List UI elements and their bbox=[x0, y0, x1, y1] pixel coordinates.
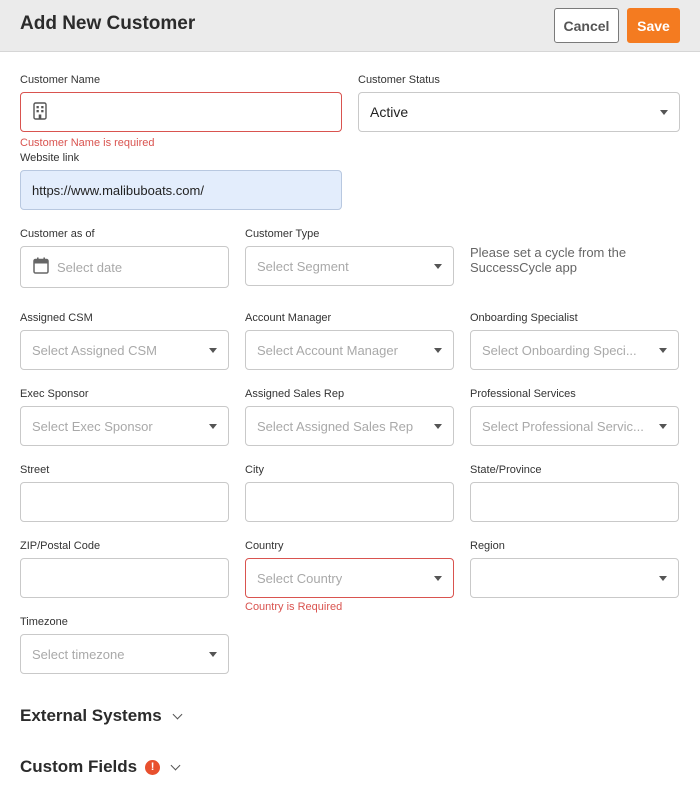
customer-status-label: Customer Status bbox=[358, 74, 440, 86]
region-label: Region bbox=[470, 540, 505, 552]
modal-header: Add New Customer Cancel Save bbox=[0, 0, 700, 52]
customer-status-select[interactable]: Active bbox=[358, 92, 680, 132]
state-label: State/Province bbox=[470, 464, 542, 476]
zip-input[interactable] bbox=[20, 558, 229, 598]
external-systems-title: External Systems bbox=[20, 706, 162, 725]
building-icon bbox=[33, 101, 47, 123]
website-link-field[interactable]: https://www.malibuboats.com/ bbox=[20, 170, 342, 210]
chevron-down-icon bbox=[434, 348, 442, 353]
assigned-csm-placeholder: Select Assigned CSM bbox=[32, 342, 158, 358]
exec-sponsor-placeholder: Select Exec Sponsor bbox=[32, 418, 153, 434]
website-link-value: https://www.malibuboats.com/ bbox=[32, 182, 204, 198]
country-select[interactable]: Select Country bbox=[245, 558, 454, 598]
zip-label: ZIP/Postal Code bbox=[20, 540, 101, 552]
chevron-down-icon bbox=[209, 652, 217, 657]
chevron-down-icon bbox=[209, 348, 217, 353]
city-label: City bbox=[245, 464, 264, 476]
alert-icon: ! bbox=[145, 759, 161, 775]
customer-name-label: Customer Name bbox=[20, 74, 101, 86]
customer-as-of-label: Customer as of bbox=[20, 228, 95, 240]
assigned-csm-label: Assigned CSM bbox=[20, 312, 93, 324]
cycle-note: Please set a cycle from the SuccessCycle… bbox=[470, 245, 627, 275]
professional-services-select[interactable]: Select Professional Servic... bbox=[470, 406, 679, 446]
external-systems-toggle[interactable]: External Systems bbox=[20, 706, 183, 726]
timezone-label: Timezone bbox=[20, 616, 68, 628]
region-select[interactable] bbox=[470, 558, 679, 598]
cancel-button[interactable]: Cancel bbox=[554, 8, 619, 43]
chevron-down-icon bbox=[660, 110, 668, 115]
country-placeholder: Select Country bbox=[257, 570, 343, 586]
assigned-sales-rep-placeholder: Select Assigned Sales Rep bbox=[257, 418, 414, 434]
customer-name-field[interactable] bbox=[20, 92, 342, 132]
timezone-placeholder: Select timezone bbox=[32, 646, 125, 662]
chevron-down-icon bbox=[659, 348, 667, 353]
calendar-icon bbox=[33, 257, 49, 277]
chevron-down-icon bbox=[659, 576, 667, 581]
custom-fields-title: Custom Fields bbox=[20, 757, 138, 776]
street-input[interactable] bbox=[20, 482, 229, 522]
timezone-select[interactable]: Select timezone bbox=[20, 634, 229, 674]
save-button[interactable]: Save bbox=[627, 8, 680, 43]
chevron-down-icon bbox=[209, 424, 217, 429]
account-manager-label: Account Manager bbox=[245, 312, 332, 324]
chevron-down-icon bbox=[172, 709, 183, 719]
city-input[interactable] bbox=[245, 482, 454, 522]
country-label: Country bbox=[245, 540, 284, 552]
chevron-down-icon bbox=[434, 264, 442, 269]
customer-as-of-placeholder: Select date bbox=[57, 259, 123, 275]
onboarding-specialist-select[interactable]: Select Onboarding Speci... bbox=[470, 330, 679, 370]
professional-services-placeholder: Select Professional Servic... bbox=[482, 418, 644, 434]
chevron-down-icon bbox=[659, 424, 667, 429]
chevron-down-icon bbox=[170, 760, 181, 770]
state-input[interactable] bbox=[470, 482, 679, 522]
exec-sponsor-label: Exec Sponsor bbox=[20, 388, 89, 400]
customer-as-of-date-field[interactable]: Select date bbox=[20, 246, 229, 288]
account-manager-select[interactable]: Select Account Manager bbox=[245, 330, 454, 370]
chevron-down-icon bbox=[434, 424, 442, 429]
customer-type-select[interactable]: Select Segment bbox=[245, 246, 454, 286]
exec-sponsor-select[interactable]: Select Exec Sponsor bbox=[20, 406, 229, 446]
street-label: Street bbox=[20, 464, 50, 476]
assigned-sales-rep-select[interactable]: Select Assigned Sales Rep bbox=[245, 406, 454, 446]
customer-type-placeholder: Select Segment bbox=[257, 258, 349, 274]
custom-fields-toggle[interactable]: Custom Fields ! bbox=[20, 757, 181, 777]
chevron-down-icon bbox=[434, 576, 442, 581]
professional-services-label: Professional Services bbox=[470, 388, 576, 400]
page-title: Add New Customer bbox=[20, 13, 196, 34]
assigned-csm-select[interactable]: Select Assigned CSM bbox=[20, 330, 229, 370]
assigned-sales-rep-label: Assigned Sales Rep bbox=[245, 388, 345, 400]
onboarding-specialist-placeholder: Select Onboarding Speci... bbox=[482, 342, 637, 358]
account-manager-placeholder: Select Account Manager bbox=[257, 342, 398, 358]
country-error: Country is Required bbox=[245, 601, 343, 613]
website-link-label: Website link bbox=[20, 152, 80, 164]
customer-type-label: Customer Type bbox=[245, 228, 320, 240]
customer-name-error: Customer Name is required bbox=[20, 137, 155, 149]
customer-status-value: Active bbox=[370, 104, 409, 120]
onboarding-specialist-label: Onboarding Specialist bbox=[470, 312, 578, 324]
